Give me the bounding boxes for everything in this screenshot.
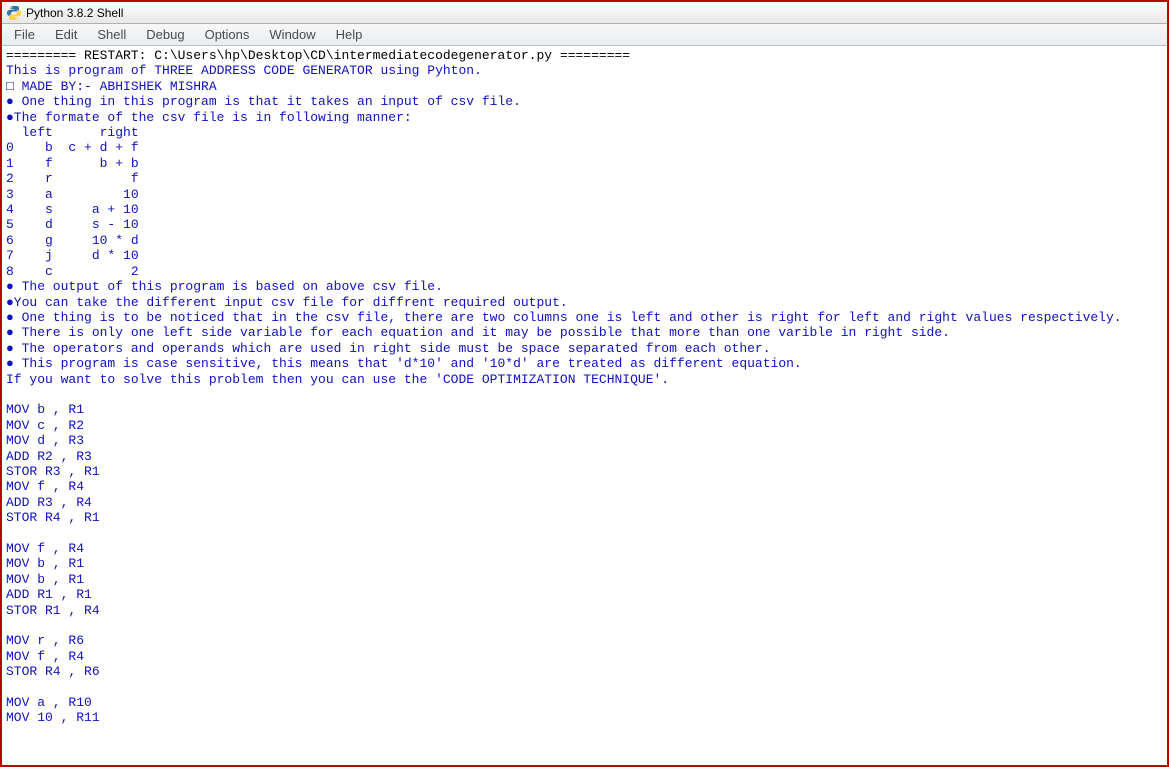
output-line: 7 j d * 10 xyxy=(6,248,1163,263)
output-line: ADD R3 , R4 xyxy=(6,495,1163,510)
output-line: 2 r f xyxy=(6,171,1163,186)
python-icon xyxy=(6,5,22,21)
window-title: Python 3.8.2 Shell xyxy=(26,6,123,20)
output-line xyxy=(6,526,1163,541)
menu-file[interactable]: File xyxy=(4,24,45,45)
menu-edit[interactable]: Edit xyxy=(45,24,87,45)
output-line: If you want to solve this problem then y… xyxy=(6,372,1163,387)
output-line: ● One thing in this program is that it t… xyxy=(6,94,1163,109)
output-line: 0 b c + d + f xyxy=(6,140,1163,155)
output-line: STOR R3 , R1 xyxy=(6,464,1163,479)
output-line: ● One thing is to be noticed that in the… xyxy=(6,310,1163,325)
output-line: MOV f , R4 xyxy=(6,479,1163,494)
menu-window[interactable]: Window xyxy=(259,24,325,45)
output-line: ● This program is case sensitive, this m… xyxy=(6,356,1163,371)
output-line: MOV a , R10 xyxy=(6,695,1163,710)
output-line: ● The output of this program is based on… xyxy=(6,279,1163,294)
output-line: ADD R1 , R1 xyxy=(6,587,1163,602)
output-line: MOV c , R2 xyxy=(6,418,1163,433)
output-line: left right xyxy=(6,125,1163,140)
output-line: 8 c 2 xyxy=(6,264,1163,279)
output-line: MOV f , R4 xyxy=(6,649,1163,664)
output-line: MOV d , R3 xyxy=(6,433,1163,448)
output-line: 3 a 10 xyxy=(6,187,1163,202)
output-line: 5 d s - 10 xyxy=(6,217,1163,232)
menu-options[interactable]: Options xyxy=(195,24,260,45)
output-line: ADD R2 , R3 xyxy=(6,449,1163,464)
output-line: MOV b , R1 xyxy=(6,572,1163,587)
output-line: MOV r , R6 xyxy=(6,633,1163,648)
output-line: ●The formate of the csv file is in follo… xyxy=(6,110,1163,125)
output-line: STOR R4 , R6 xyxy=(6,664,1163,679)
output-line: ●You can take the different input csv fi… xyxy=(6,295,1163,310)
menubar: File Edit Shell Debug Options Window Hel… xyxy=(2,24,1167,46)
output-line: 4 s a + 10 xyxy=(6,202,1163,217)
output-line: STOR R4 , R1 xyxy=(6,510,1163,525)
output-line: MOV b , R1 xyxy=(6,556,1163,571)
output-line: STOR R1 , R4 xyxy=(6,603,1163,618)
output-line: MOV b , R1 xyxy=(6,402,1163,417)
python-shell-window: Python 3.8.2 Shell File Edit Shell Debug… xyxy=(0,0,1169,767)
shell-output[interactable]: ========= RESTART: C:\Users\hp\Desktop\C… xyxy=(2,46,1167,765)
menu-help[interactable]: Help xyxy=(326,24,373,45)
output-line: ========= RESTART: C:\Users\hp\Desktop\C… xyxy=(6,48,1163,63)
menu-debug[interactable]: Debug xyxy=(136,24,194,45)
output-line xyxy=(6,680,1163,695)
output-line: ● There is only one left side variable f… xyxy=(6,325,1163,340)
titlebar: Python 3.8.2 Shell xyxy=(2,2,1167,24)
output-line: MOV f , R4 xyxy=(6,541,1163,556)
output-line: 6 g 10 * d xyxy=(6,233,1163,248)
output-line xyxy=(6,387,1163,402)
output-line: 1 f b + b xyxy=(6,156,1163,171)
output-line: MOV 10 , R11 xyxy=(6,710,1163,725)
output-line xyxy=(6,618,1163,633)
menu-shell[interactable]: Shell xyxy=(87,24,136,45)
output-line: This is program of THREE ADDRESS CODE GE… xyxy=(6,63,1163,78)
output-line: ● The operators and operands which are u… xyxy=(6,341,1163,356)
output-line: □ MADE BY:- ABHISHEK MISHRA xyxy=(6,79,1163,94)
